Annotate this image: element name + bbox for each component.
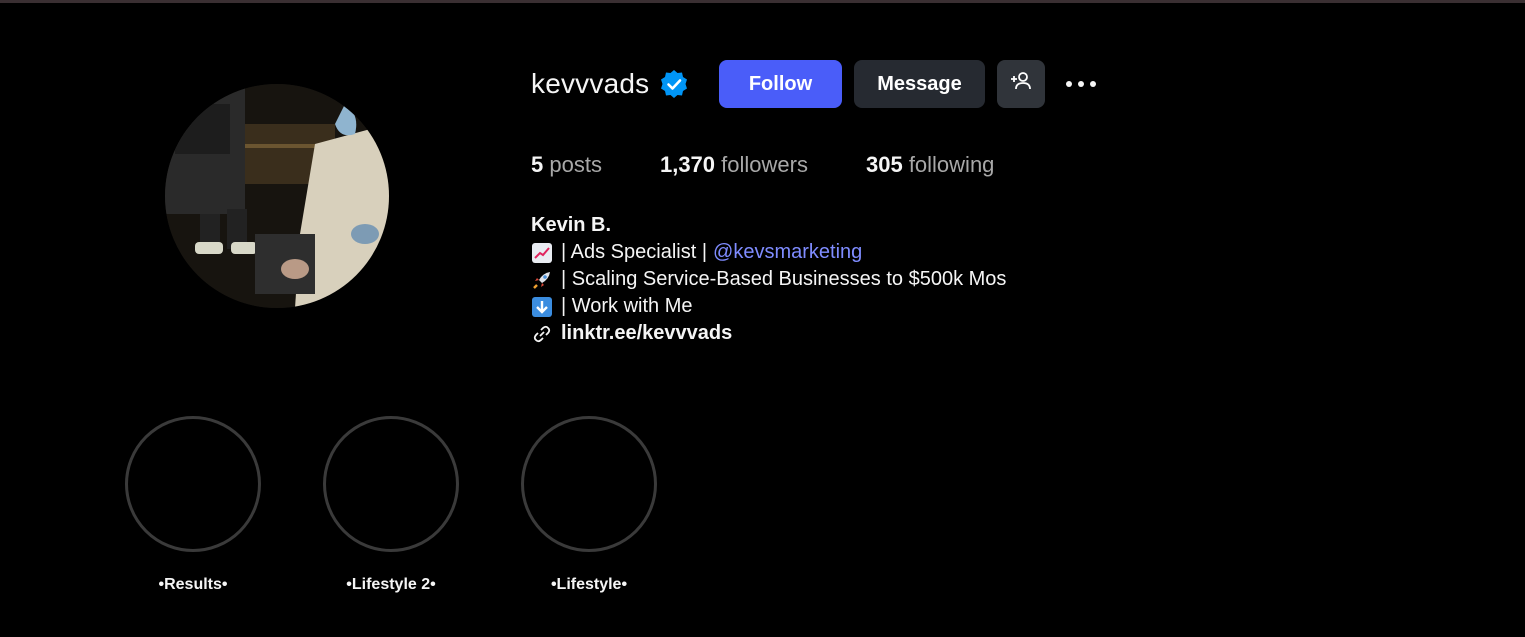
window-top-border bbox=[0, 0, 1525, 3]
highlight-label: •Lifestyle 2• bbox=[346, 576, 436, 593]
chart-increasing-icon bbox=[531, 242, 553, 264]
follow-button[interactable]: Follow bbox=[719, 60, 842, 108]
bio-line-2: | Scaling Service-Based Businesses to $5… bbox=[531, 266, 1006, 293]
bio-line-3-text: | Work with Me bbox=[561, 295, 693, 317]
bio-line-1: | Ads Specialist | @kevsmarketing bbox=[531, 239, 1006, 266]
highlight-item[interactable]: •Lifestyle 2• bbox=[323, 416, 459, 594]
down-arrow-icon bbox=[531, 296, 553, 318]
add-person-icon bbox=[1009, 70, 1033, 98]
following-stat[interactable]: 305 following bbox=[866, 152, 994, 178]
followers-count: 1,370 bbox=[659, 152, 716, 177]
profile-header: kevvvads Follow Message bbox=[531, 60, 1096, 108]
message-button[interactable]: Message bbox=[854, 60, 985, 108]
bio-external-link[interactable]: linktr.ee/kevvvads bbox=[561, 320, 732, 347]
highlight-label: •Results• bbox=[158, 576, 228, 593]
verified-badge-icon bbox=[659, 69, 689, 99]
highlight-cover[interactable] bbox=[323, 416, 459, 552]
more-dot-icon bbox=[1078, 81, 1084, 87]
posts-count: 5 bbox=[531, 152, 544, 177]
highlight-cover[interactable] bbox=[125, 416, 261, 552]
highlight-item[interactable]: •Lifestyle• bbox=[521, 416, 657, 594]
link-icon bbox=[531, 323, 553, 345]
posts-label: posts bbox=[549, 152, 602, 177]
more-dot-icon bbox=[1090, 81, 1096, 87]
highlight-label: •Lifestyle• bbox=[550, 576, 628, 593]
following-count: 305 bbox=[865, 152, 903, 177]
suggest-accounts-button[interactable] bbox=[997, 60, 1045, 108]
profile-avatar[interactable] bbox=[165, 84, 389, 308]
more-dot-icon bbox=[1066, 81, 1072, 87]
rocket-icon bbox=[531, 269, 553, 291]
profile-full-name: Kevin B. bbox=[531, 214, 612, 236]
highlight-cover[interactable] bbox=[521, 416, 657, 552]
followers-stat[interactable]: 1,370 followers bbox=[660, 152, 808, 178]
profile-stats: 5 posts 1,370 followers 305 following bbox=[531, 152, 1052, 178]
highlight-item[interactable]: •Results• bbox=[125, 416, 261, 594]
followers-label: followers bbox=[721, 152, 808, 177]
profile-bio: Kevin B. | Ads Specialist | @kevsmarketi… bbox=[531, 212, 1006, 347]
bio-link-row[interactable]: linktr.ee/kevvvads bbox=[531, 320, 1006, 347]
bio-line-3: | Work with Me bbox=[531, 293, 1006, 320]
following-label: following bbox=[908, 152, 995, 177]
posts-stat: 5 posts bbox=[531, 152, 602, 178]
story-highlights: •Results• •Lifestyle 2• •Lifestyle• bbox=[125, 416, 719, 594]
bio-mention-link[interactable]: @kevsmarketing bbox=[713, 239, 862, 266]
bio-line-2-text: | Scaling Service-Based Businesses to $5… bbox=[561, 268, 1007, 290]
profile-username: kevvvads bbox=[531, 68, 650, 99]
bio-line-1-text: | Ads Specialist | bbox=[561, 241, 708, 263]
more-options-button[interactable] bbox=[1061, 60, 1101, 108]
